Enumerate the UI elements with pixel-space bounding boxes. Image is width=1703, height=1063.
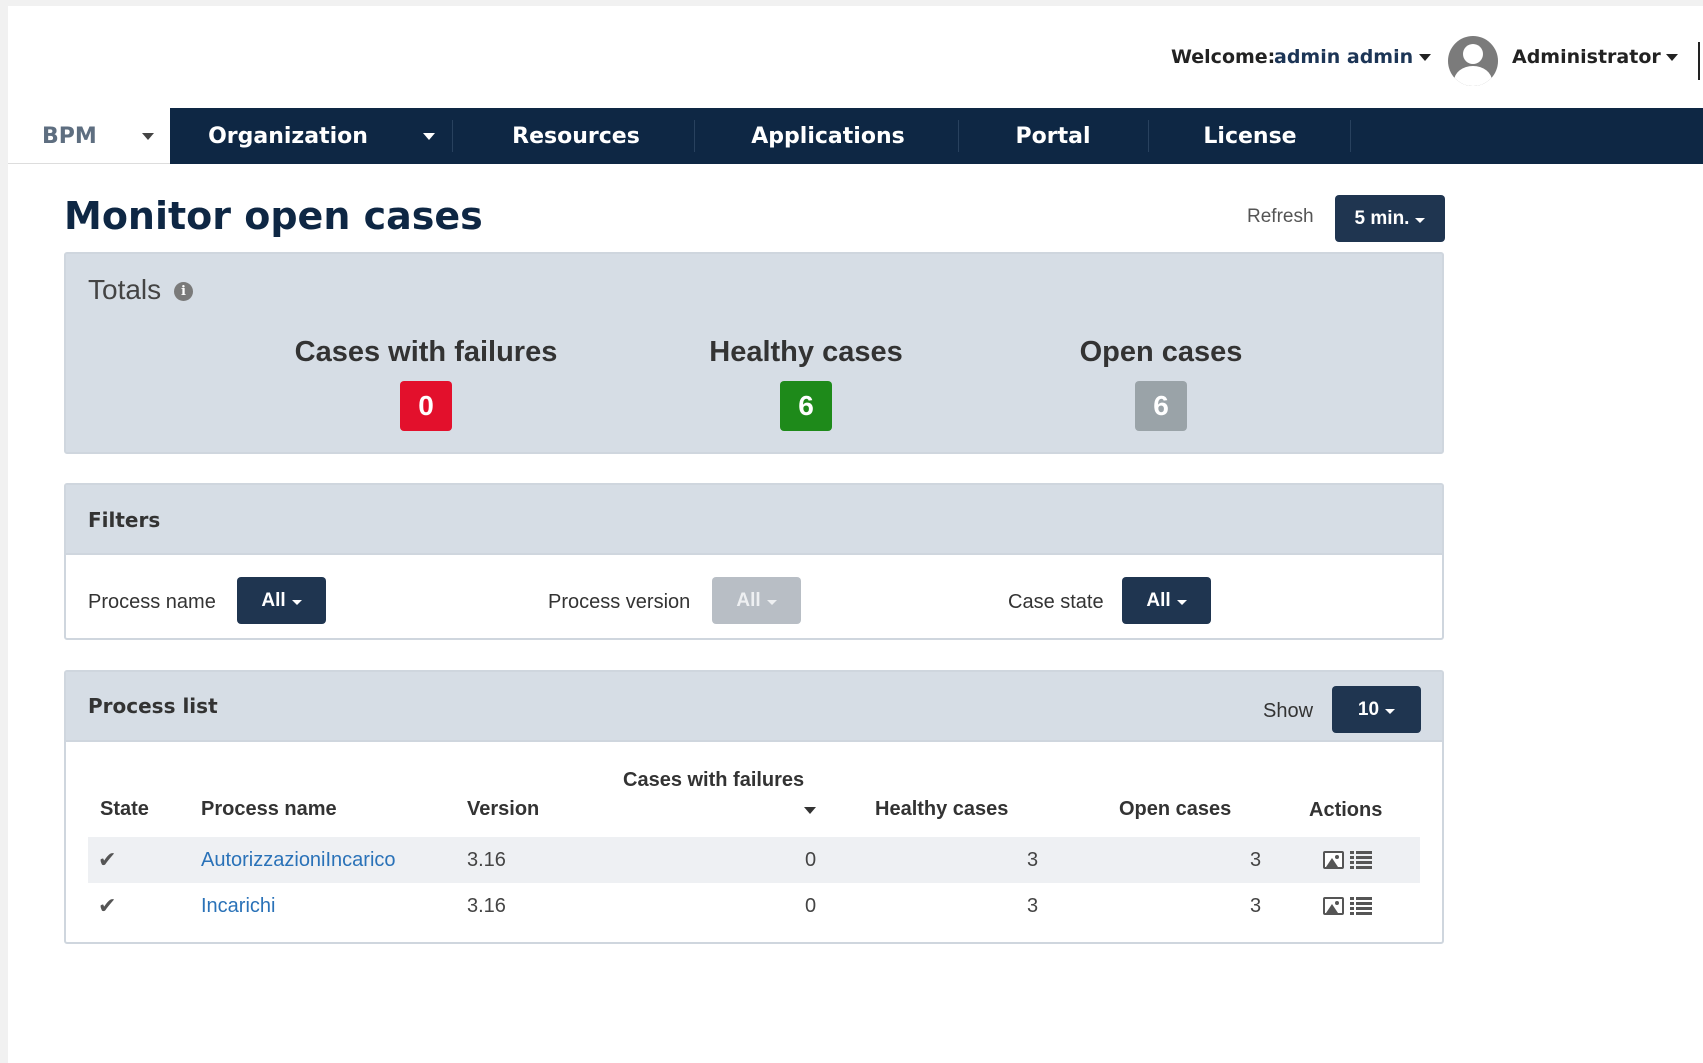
totals-panel: Totals i Cases with failures 0 Healthy c… [64,252,1444,454]
process-version-label: Process version [548,591,691,613]
page-title: Monitor open cases [64,194,483,238]
nav-item-portal[interactable]: Portal [963,108,1143,164]
refresh-label: Refresh [1247,206,1314,227]
nav-item-label: Resources [512,123,640,149]
column-header-cases-with-failures[interactable]: Cases with failures [623,769,804,792]
healthy-count-badge[interactable]: 6 [780,381,832,431]
show-label: Show [1263,700,1314,722]
process-name-label: Process name [88,591,216,613]
avatar-body [1454,66,1492,86]
case-state-filter-value: All [1146,589,1171,611]
view-list-icon[interactable] [1350,897,1372,915]
nav-item-organization[interactable]: Organization [188,108,448,164]
column-header-state[interactable]: State [100,798,149,821]
table-row: ✔ AutorizzazioniIncarico 3.16 0 3 3 [88,837,1420,883]
column-header-open-cases[interactable]: Open cases [1119,798,1231,821]
process-list-panel: Process list Show 10 State Process name … [64,670,1444,944]
filters-panel: Filters Process name All Process version… [64,483,1444,640]
process-list-title: Process list [88,694,218,718]
total-label: Healthy cases [709,336,903,368]
nav-item-resources[interactable]: Resources [458,108,694,164]
app-window: Welcome: admin admin Administrator BPM O… [0,0,1703,1063]
table-row: ✔ Incarichi 3.16 0 3 3 [88,883,1420,929]
nav-separator [958,120,959,152]
caret-down-icon [1415,217,1426,223]
sort-caret-down-icon[interactable] [804,807,816,814]
refresh-interval-dropdown[interactable]: 5 min. [1335,195,1445,242]
user-name-link[interactable]: admin admin [1274,46,1413,68]
info-icon[interactable]: i [174,282,193,301]
role-chevron-down-icon[interactable] [1666,54,1678,61]
check-icon: ✔ [98,847,117,872]
brand-chevron-down-icon [142,133,154,140]
brand-app-switcher[interactable]: BPM [8,108,170,164]
process-name-link[interactable]: Incarichi [201,895,275,918]
chevron-down-icon [423,133,435,140]
top-header: Welcome: admin admin Administrator [8,6,1703,108]
view-diagram-image-icon[interactable] [1323,851,1344,869]
process-name-link[interactable]: AutorizzazioniIncarico [201,849,396,872]
caret-down-icon [1176,599,1187,605]
caret-down-icon [1385,708,1396,714]
refresh-interval-value: 5 min. [1354,207,1410,229]
check-icon: ✔ [98,893,117,918]
nav-item-label: Portal [1015,123,1091,149]
view-diagram-image-icon[interactable] [1323,897,1344,915]
view-list-icon[interactable] [1350,851,1372,869]
main-navbar: BPM Organization Resources Applications … [8,108,1703,164]
failures-cell: 0 [805,849,817,871]
failures-cell: 0 [805,895,817,917]
nav-item-label: Applications [751,123,905,149]
open-cell: 3 [1250,895,1262,917]
total-healthy-cases: Healthy cases 6 [641,336,971,431]
nav-item-label: License [1203,123,1297,149]
case-state-filter-dropdown[interactable]: All [1122,577,1211,624]
column-header-healthy-cases[interactable]: Healthy cases [875,798,1008,821]
healthy-cell: 3 [1027,895,1039,917]
avatar[interactable] [1448,36,1498,86]
column-header-actions: Actions [1309,799,1383,821]
total-label: Cases with failures [294,336,558,368]
totals-title: Totals [88,274,162,305]
process-name-filter-dropdown[interactable]: All [237,577,326,624]
header-divider [1698,42,1700,80]
role-selector[interactable]: Administrator [1512,46,1661,68]
caret-down-icon [766,599,777,605]
healthy-cell: 3 [1027,849,1039,871]
open-count-badge[interactable]: 6 [1135,381,1187,431]
nav-separator [452,120,453,152]
version-cell: 3.16 [467,895,506,917]
case-state-label: Case state [1008,591,1104,613]
process-version-filter-value: All [736,589,761,611]
window-edge [0,0,8,1063]
total-cases-with-failures: Cases with failures 0 [246,336,606,431]
nav-item-label: Organization [208,123,368,149]
process-version-filter-dropdown: All [712,577,801,624]
page-size-value: 10 [1357,698,1380,720]
process-list-header: Process list Show 10 [66,672,1442,742]
column-header-process-name[interactable]: Process name [201,798,337,821]
nav-item-applications[interactable]: Applications [698,108,958,164]
process-name-filter-value: All [261,589,286,611]
avatar-head [1463,44,1483,64]
brand-label: BPM [42,124,97,149]
user-menu-chevron-down-icon[interactable] [1419,54,1431,61]
nav-separator [1148,120,1149,152]
failures-count-badge[interactable]: 0 [400,381,452,431]
open-cell: 3 [1250,849,1262,871]
filters-panel-header: Filters [66,485,1442,555]
nav-separator [694,120,695,152]
page-size-dropdown[interactable]: 10 [1332,686,1421,733]
version-cell: 3.16 [467,849,506,871]
caret-down-icon [291,599,302,605]
nav-item-license[interactable]: License [1150,108,1350,164]
total-label: Open cases [1079,336,1243,368]
filters-title: Filters [88,508,161,532]
column-header-version[interactable]: Version [467,798,539,821]
welcome-label: Welcome: [1171,46,1276,68]
nav-separator [1350,120,1351,152]
total-open-cases: Open cases 6 [1011,336,1311,431]
